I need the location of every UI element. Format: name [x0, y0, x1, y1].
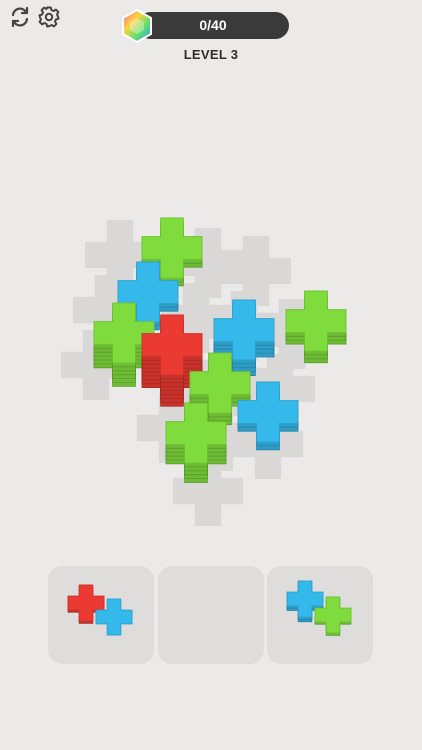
tray-slot-2[interactable]	[158, 566, 264, 664]
tray-slot-3[interactable]	[267, 566, 373, 664]
tray-slot-1[interactable]	[48, 566, 154, 664]
